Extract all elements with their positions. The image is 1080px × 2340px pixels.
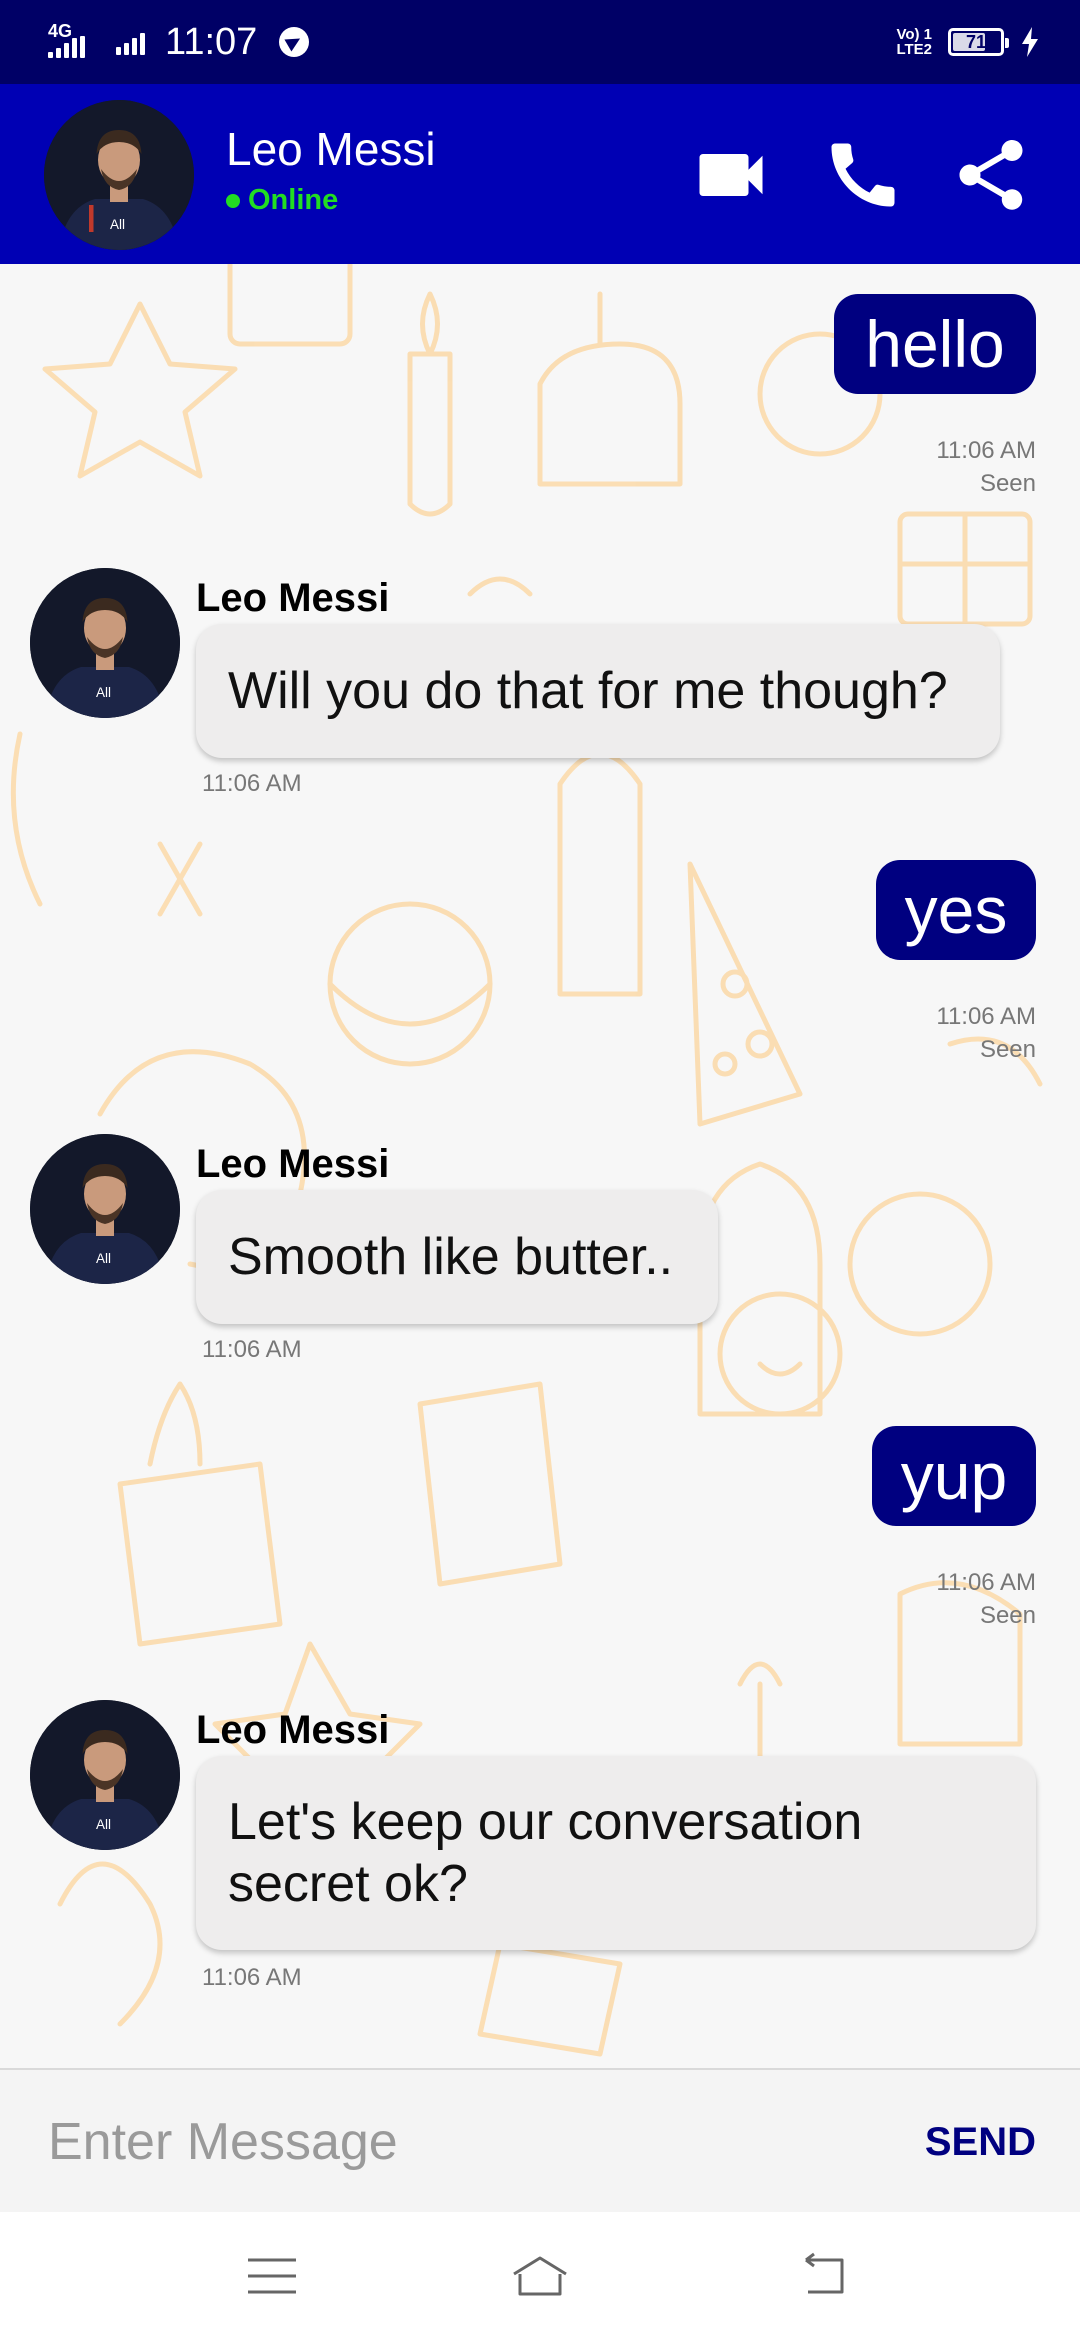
share-button[interactable] — [946, 130, 1036, 220]
outgoing-bubble[interactable]: hello — [834, 294, 1036, 394]
message-meta: 11:06 AM Seen — [936, 1000, 1036, 1066]
volte-indicator: Vo) 1 LTE2 — [896, 27, 932, 57]
chat-header: All Leo Messi Online — [0, 84, 1080, 264]
home-icon — [513, 2256, 567, 2296]
sender-avatar[interactable]: All — [30, 1134, 180, 1284]
incoming-bubble[interactable]: Let's keep our conversation secret ok? — [196, 1756, 1036, 1950]
back-button[interactable] — [784, 2244, 864, 2308]
sender-avatar[interactable]: All — [30, 568, 180, 718]
share-icon — [959, 140, 1023, 210]
svg-text:All: All — [96, 1251, 111, 1266]
contact-avatar[interactable]: All — [44, 100, 194, 250]
read-status: Seen — [979, 1036, 1036, 1063]
message-input[interactable] — [48, 2104, 868, 2180]
presence-label: Online — [248, 184, 339, 216]
player-portrait-icon: All — [44, 100, 194, 250]
svg-text:All: All — [96, 1817, 111, 1832]
incoming-bubble[interactable]: Smooth like butter.. — [196, 1190, 718, 1324]
player-portrait-icon: All — [30, 1134, 180, 1284]
volte-label: Vo) 1 — [896, 26, 932, 43]
battery-level: 71 — [965, 31, 987, 52]
incoming-bubble[interactable]: Will you do that for me though? — [196, 624, 1000, 758]
outgoing-message[interactable]: yup — [872, 1426, 1036, 1526]
voice-call-button[interactable] — [818, 130, 908, 220]
system-navigation-bar — [0, 2212, 1080, 2340]
telegram-icon — [279, 27, 310, 57]
message-meta: 11:06 AM Seen — [936, 1566, 1036, 1632]
phone-icon — [831, 143, 895, 207]
signal-1-icon — [48, 36, 85, 58]
outgoing-message[interactable]: hello — [834, 294, 1036, 394]
message-time: 11:06 AM — [936, 437, 1036, 464]
recents-button[interactable] — [232, 2244, 312, 2308]
player-portrait-icon: All — [30, 568, 180, 718]
charging-bolt-icon — [1022, 27, 1038, 57]
home-button[interactable] — [500, 2244, 580, 2308]
message-time: 11:06 AM — [936, 1003, 1036, 1030]
read-status: Seen — [979, 470, 1036, 497]
sender-name: Leo Messi — [196, 1708, 390, 1752]
network-indicator: 4G — [48, 22, 100, 62]
battery-icon: 71 — [948, 28, 1009, 56]
clock: 11:07 — [165, 20, 258, 63]
message-time: 11:06 AM — [202, 1964, 302, 1991]
message-composer: SEND — [0, 2068, 1080, 2212]
outgoing-bubble[interactable]: yup — [872, 1426, 1036, 1526]
message-time: 11:06 AM — [936, 1569, 1036, 1596]
lte-label: LTE2 — [896, 41, 932, 58]
video-call-button[interactable] — [686, 130, 776, 220]
send-button[interactable]: SEND — [925, 2120, 1036, 2165]
presence-status: Online — [226, 184, 338, 217]
outgoing-bubble[interactable]: yes — [876, 860, 1036, 960]
message-meta: 11:06 AM Seen — [936, 434, 1036, 500]
chat-message-list[interactable]: hello 11:06 AM Seen All Leo Messi Will y… — [0, 264, 1080, 2068]
outgoing-message[interactable]: yes — [876, 860, 1036, 960]
online-dot-icon — [226, 193, 240, 208]
sender-name: Leo Messi — [196, 576, 390, 620]
status-bar: 4G 11:07 Vo) 1 LTE2 71 — [0, 0, 1080, 84]
sender-avatar[interactable]: All — [30, 1700, 180, 1850]
signal-2-icon — [116, 29, 145, 55]
svg-text:All: All — [110, 217, 125, 232]
message-time: 11:06 AM — [202, 1336, 302, 1363]
read-status: Seen — [979, 1602, 1036, 1629]
contact-name[interactable]: Leo Messi — [226, 122, 436, 176]
video-call-icon — [699, 154, 763, 196]
menu-icon — [248, 2258, 296, 2294]
sender-name: Leo Messi — [196, 1142, 390, 1186]
message-time: 11:06 AM — [202, 770, 302, 797]
player-portrait-icon: All — [30, 1700, 180, 1850]
svg-text:All: All — [96, 685, 111, 700]
back-icon — [805, 2252, 844, 2294]
